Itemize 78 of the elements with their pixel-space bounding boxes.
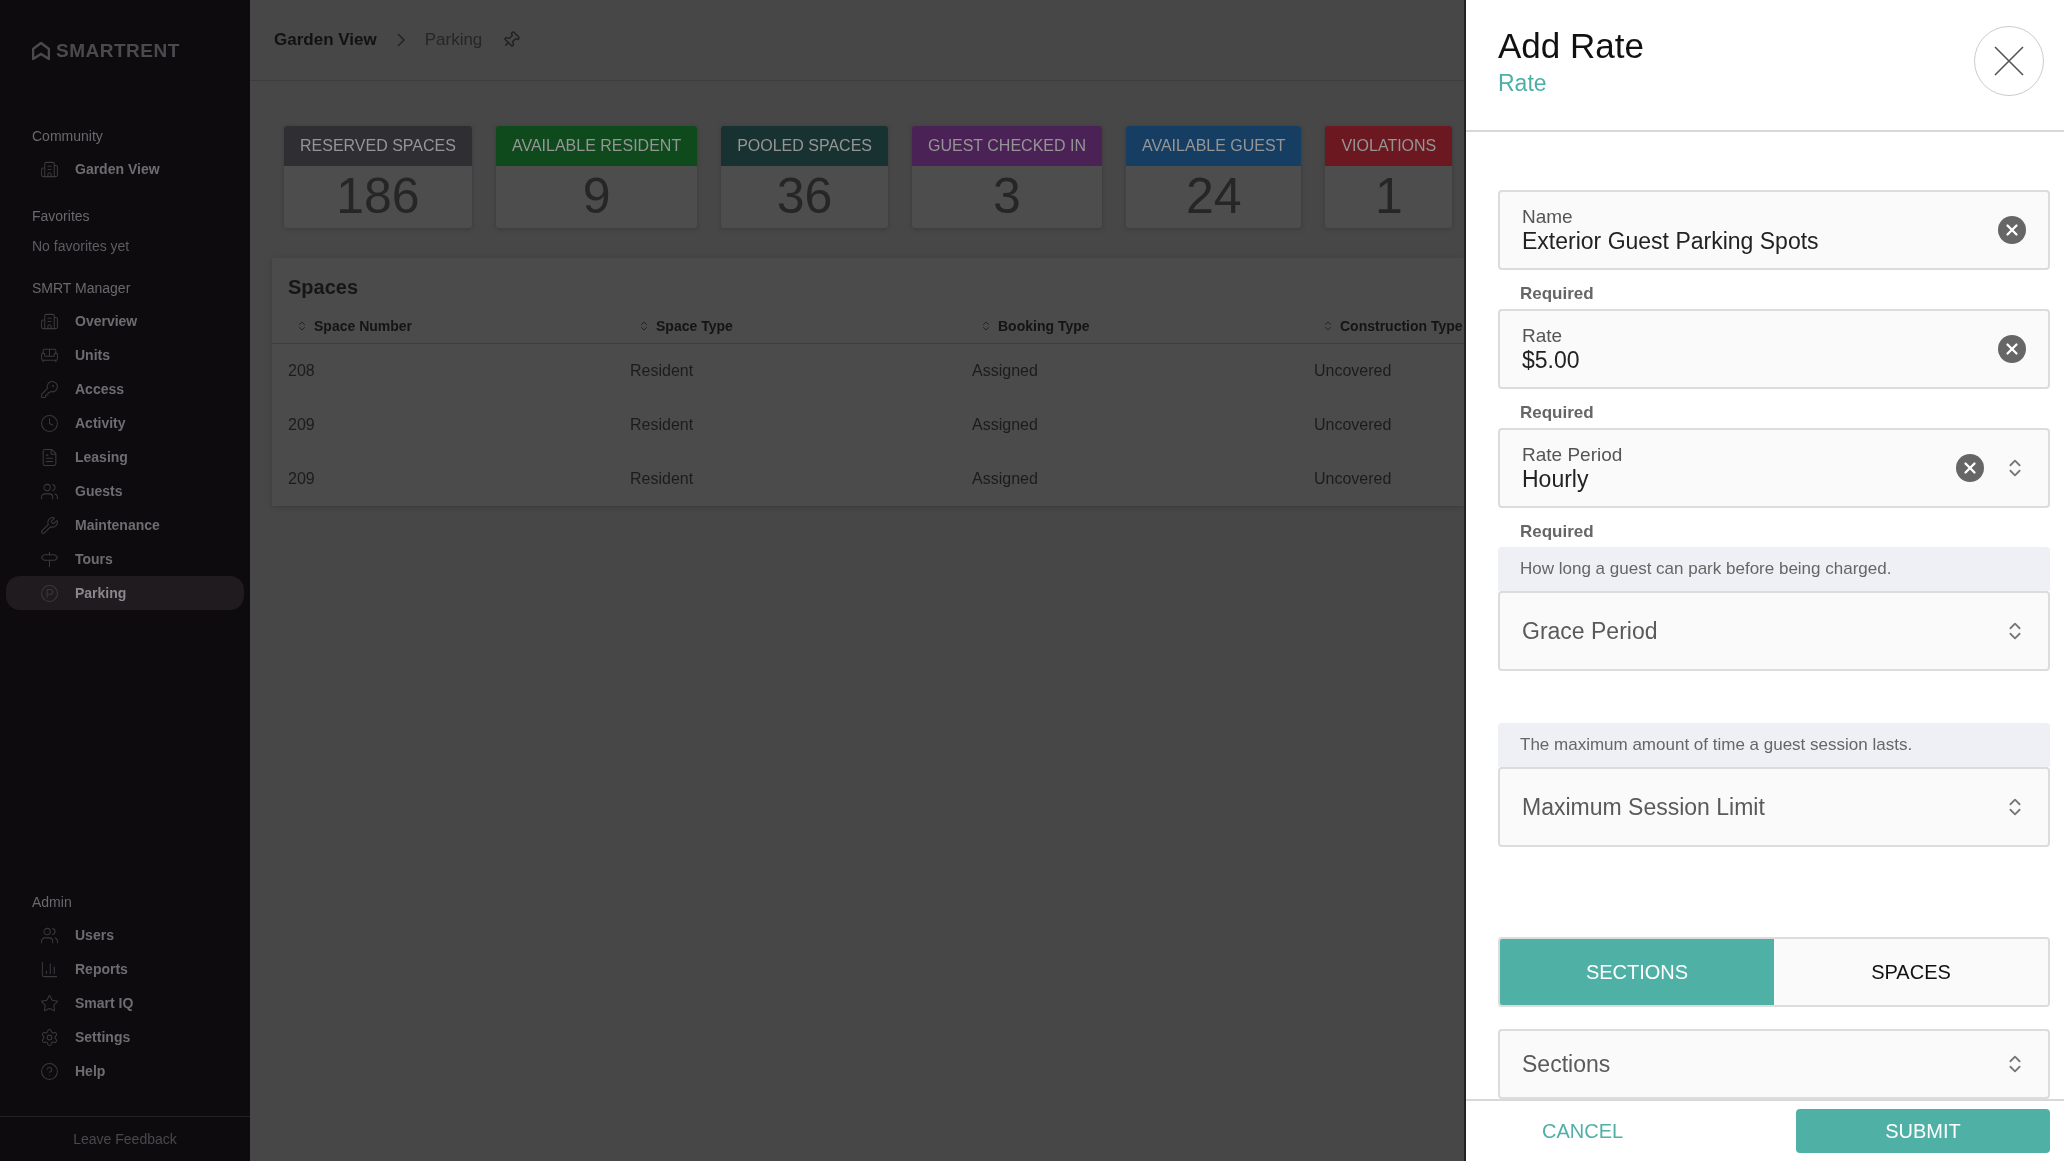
- nav-icon: [40, 413, 59, 433]
- nav-item[interactable]: Maintenance: [6, 508, 244, 542]
- nav-heading: SMRT Manager: [31, 280, 132, 298]
- select-field[interactable]: Maximum Session Limit: [1498, 767, 2050, 847]
- nav-icon: [40, 515, 59, 535]
- nav-item[interactable]: Tours: [6, 542, 244, 576]
- field-value[interactable]: Hourly: [1522, 465, 1936, 493]
- helper-text: Required: [1519, 521, 1595, 543]
- nav-item[interactable]: Help: [6, 1054, 244, 1088]
- nav-item[interactable]: Overview: [6, 304, 244, 338]
- cancel-button[interactable]: CANCEL: [1536, 1109, 1630, 1153]
- nav-item[interactable]: Settings: [6, 1020, 244, 1054]
- stat-label: AVAILABLE RESIDENT: [495, 126, 698, 166]
- nav-heading: Community: [31, 128, 104, 146]
- nav-item[interactable]: Reports: [6, 952, 244, 986]
- field-value[interactable]: $5.00: [1522, 346, 1978, 374]
- field-hint: How long a guest can park before being charged.: [1498, 547, 2050, 591]
- nav-icon: [40, 447, 59, 467]
- select-field[interactable]: Sections: [1498, 1029, 2050, 1099]
- field-label: Rate Period: [1522, 443, 1624, 466]
- drawer-subtitle: Rate: [1498, 70, 1548, 97]
- clear-icon[interactable]: [1956, 454, 1984, 482]
- stat-label: RESERVED SPACES: [284, 126, 472, 166]
- select-field[interactable]: Grace Period: [1498, 591, 2050, 671]
- input-field[interactable]: Rate $5.00: [1498, 309, 2050, 389]
- nav-icon: [40, 159, 59, 179]
- close-icon: [1994, 46, 2024, 76]
- nav-item[interactable]: Leasing: [6, 440, 244, 474]
- chevron-icon: [396, 33, 405, 47]
- drawer-title: Add Rate: [1498, 26, 1644, 66]
- nav-item[interactable]: Guests: [6, 474, 244, 508]
- select-field[interactable]: Rate Period Hourly: [1498, 428, 2050, 508]
- input-field[interactable]: Name Exterior Guest Parking Spots: [1498, 190, 2050, 270]
- nav-icon: [40, 549, 59, 569]
- nav-heading: Admin: [31, 894, 73, 912]
- nav-icon: [40, 481, 59, 501]
- column-title: Space Type: [656, 318, 733, 334]
- helper-text: Required: [1519, 402, 1595, 424]
- clear-icon[interactable]: [1998, 216, 2026, 244]
- field-label: Name: [1522, 205, 1574, 228]
- stat-label: AVAILABLE GUEST: [1125, 126, 1302, 166]
- field-hint: The maximum amount of time a guest session lasts.: [1498, 723, 2050, 767]
- nav-item[interactable]: Access: [6, 372, 244, 406]
- nav-icon: [40, 311, 59, 331]
- field-value[interactable]: Sections: [1522, 1050, 1984, 1078]
- nav-icon: [40, 1027, 59, 1047]
- field-label: Rate: [1522, 324, 1564, 347]
- field-value[interactable]: Maximum Session Limit: [1522, 793, 1984, 821]
- nav-item[interactable]: Users: [6, 918, 244, 952]
- tab[interactable]: SECTIONS: [1500, 939, 1774, 1005]
- nav-icon: [40, 1061, 59, 1081]
- nav-item[interactable]: Parking: [6, 576, 244, 610]
- nav-item[interactable]: Garden View: [6, 152, 244, 186]
- nav-item[interactable]: Activity: [6, 406, 244, 440]
- nav-icon: [40, 993, 59, 1013]
- empty-note: No favorites yet: [31, 237, 131, 256]
- nav-heading: Favorites: [31, 208, 91, 226]
- nav-item[interactable]: Units: [6, 338, 244, 372]
- column-header[interactable]: Space Number: [288, 318, 630, 334]
- column-header[interactable]: Space Type: [630, 318, 972, 334]
- tab[interactable]: SPACES: [1774, 939, 2048, 1005]
- nav-item[interactable]: Smart IQ: [6, 986, 244, 1020]
- stat-label: GUEST CHECKED IN: [912, 126, 1102, 166]
- nav-icon: [40, 925, 59, 945]
- stat-label: VIOLATIONS: [1325, 126, 1453, 166]
- feedback-link[interactable]: Leave Feedback: [73, 1131, 177, 1147]
- submit-button[interactable]: SUBMIT: [1796, 1109, 2050, 1153]
- logo: SMARTRENT: [56, 40, 180, 62]
- logo-icon: [32, 42, 50, 60]
- helper-text: Required: [1519, 283, 1595, 305]
- nav-icon: [40, 379, 59, 399]
- nav-icon: [40, 583, 59, 603]
- stat-label: POOLED SPACES: [721, 126, 888, 166]
- nav-icon: [40, 959, 59, 979]
- field-value[interactable]: Exterior Guest Parking Spots: [1522, 227, 1978, 255]
- column-title: Space Number: [314, 318, 413, 334]
- clear-icon[interactable]: [1998, 335, 2026, 363]
- field-value[interactable]: Grace Period: [1522, 617, 1984, 645]
